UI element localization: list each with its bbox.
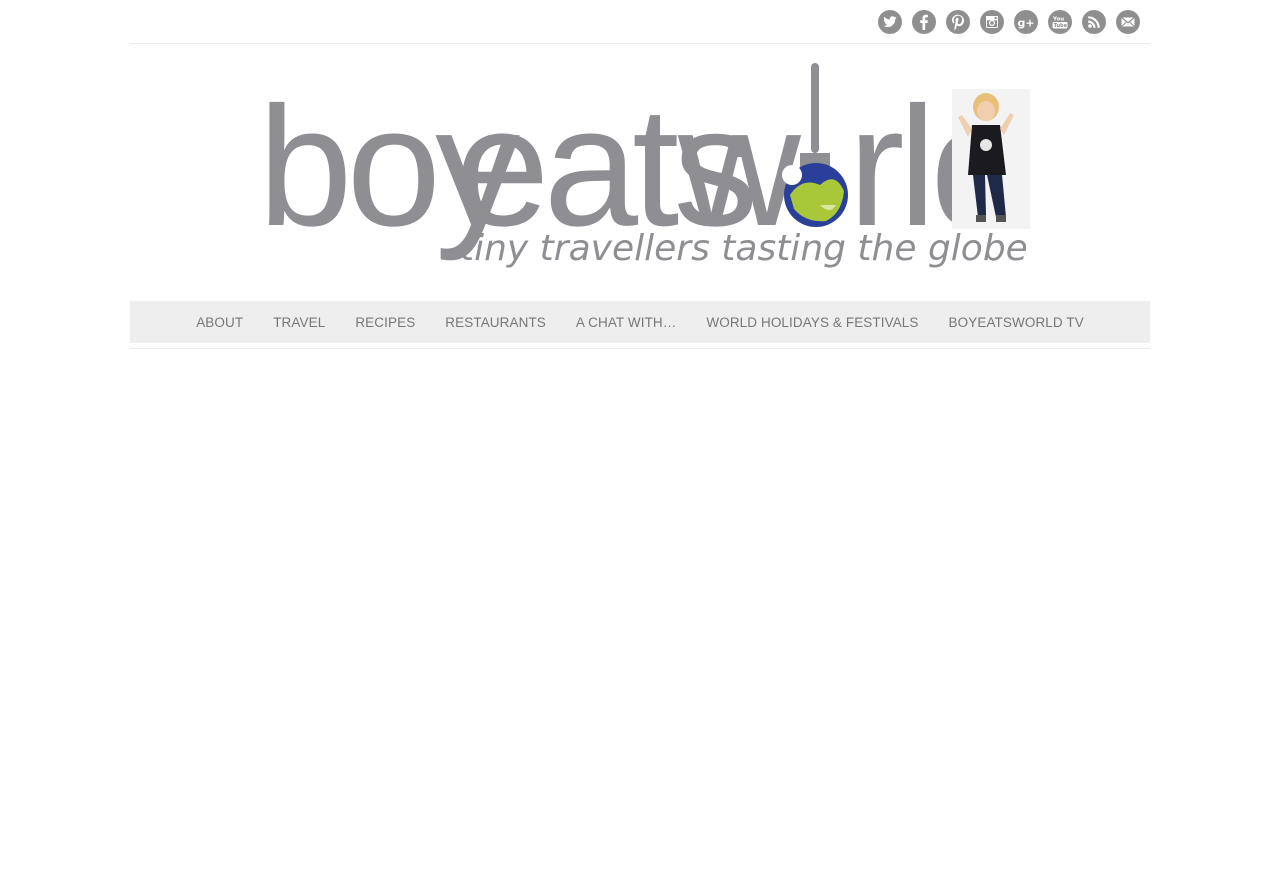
nav-item-a-chat-with[interactable]: A CHAT WITH… <box>576 315 676 330</box>
twitter-icon[interactable] <box>878 9 902 34</box>
rss-icon[interactable] <box>1082 9 1106 34</box>
youtube-icon[interactable]: You Tube <box>1048 9 1072 34</box>
top-bar: g+ You Tube <box>130 0 1150 44</box>
page-wrapper: g+ You Tube boy eats w rld tiny travelle… <box>130 0 1150 349</box>
nav-item-travel[interactable]: TRAVEL <box>273 315 325 330</box>
email-icon[interactable] <box>1116 9 1140 34</box>
main-nav: ABOUT TRAVEL RECIPES RESTAURANTS A CHAT … <box>130 301 1150 343</box>
nav-item-restaurants[interactable]: RESTAURANTS <box>445 315 546 330</box>
logo-tagline: tiny travellers tasting the globe <box>460 228 1028 269</box>
svg-text:g+: g+ <box>1018 16 1035 29</box>
svg-text:Tube: Tube <box>1054 23 1068 29</box>
site-logo[interactable]: boy eats w rld tiny travellers tasting t… <box>130 45 1150 300</box>
facebook-icon[interactable] <box>912 9 936 34</box>
google-plus-icon[interactable]: g+ <box>1014 9 1038 34</box>
boy-photo <box>952 89 1030 229</box>
svg-text:You: You <box>1052 16 1064 22</box>
nav-item-about[interactable]: ABOUT <box>196 315 243 330</box>
nav-divider <box>130 348 1150 349</box>
nav-item-world-holidays[interactable]: WORLD HOLIDAYS & FESTIVALS <box>706 315 918 330</box>
nav-item-boyeatsworld-tv[interactable]: BOYEATSWORLD TV <box>949 315 1084 330</box>
pinterest-icon[interactable] <box>946 9 970 34</box>
nav-item-recipes[interactable]: RECIPES <box>355 315 415 330</box>
social-icons: g+ You Tube <box>878 9 1140 34</box>
instagram-icon[interactable] <box>980 9 1004 34</box>
